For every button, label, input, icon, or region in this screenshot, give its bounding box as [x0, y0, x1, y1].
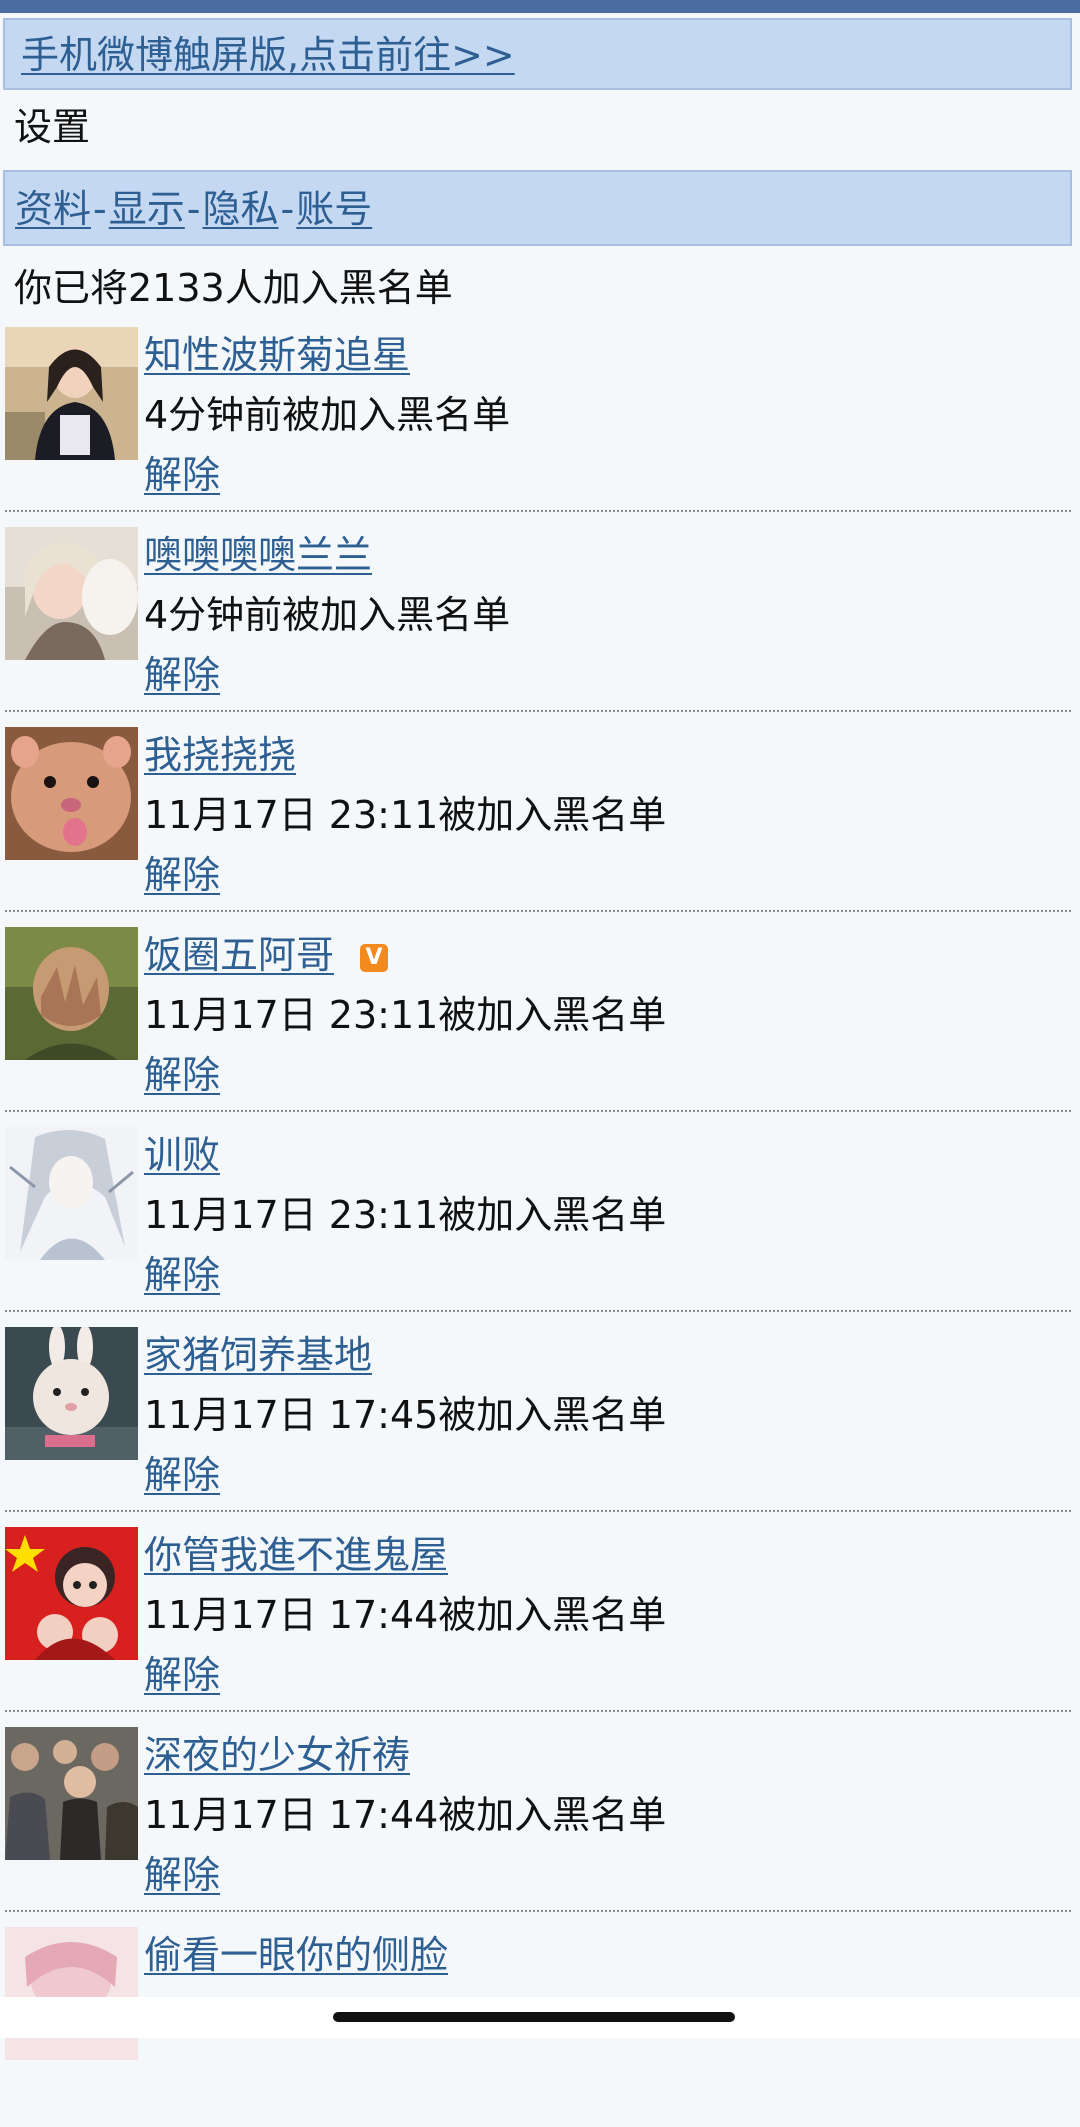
nav-separator: - — [186, 187, 201, 231]
blacklist-entry: 你管我進不進鬼屋 11月17日 17:44被加入黑名单 解除 — [0, 1527, 1080, 1727]
blacklist-entry: 知性波斯菊追星 4分钟前被加入黑名单 解除 — [0, 327, 1080, 527]
divider — [5, 910, 1071, 912]
touch-version-link[interactable]: 手机微博触屏版,点击前往>> — [21, 33, 515, 77]
blacklist-time: 11月17日 17:44被加入黑名单 — [144, 1593, 667, 1637]
divider — [5, 1910, 1071, 1912]
user-avatar[interactable] — [5, 527, 138, 660]
blacklist-entry: 家猪饲养基地 11月17日 17:45被加入黑名单 解除 — [0, 1327, 1080, 1527]
remove-button[interactable]: 解除 — [144, 1451, 220, 1499]
user-avatar[interactable] — [5, 927, 138, 1060]
page-title: 设置 — [14, 105, 91, 149]
blacklist-entry: 饭圈五阿哥 V 11月17日 23:11被加入黑名单 解除 — [0, 927, 1080, 1127]
user-avatar[interactable] — [5, 327, 138, 460]
user-name-link[interactable]: 饭圈五阿哥 — [144, 931, 334, 979]
user-name-link[interactable]: 训败 — [144, 1131, 220, 1179]
remove-button[interactable]: 解除 — [144, 451, 220, 499]
nav-display-link[interactable]: 显示 — [109, 187, 185, 231]
blacklist-time: 11月17日 23:11被加入黑名单 — [144, 793, 667, 837]
user-avatar[interactable] — [5, 1127, 138, 1260]
user-name-link[interactable]: 知性波斯菊追星 — [144, 331, 410, 379]
divider — [5, 1310, 1071, 1312]
divider — [5, 1710, 1071, 1712]
blacklist-count: 你已将2133人加入黑名单 — [14, 266, 453, 310]
user-name-link[interactable]: 噢噢噢噢兰兰 — [144, 531, 372, 579]
nav-account-link[interactable]: 账号 — [296, 187, 372, 231]
user-avatar[interactable] — [5, 1727, 138, 1860]
divider — [5, 1110, 1071, 1112]
divider — [5, 510, 1071, 512]
user-name-link[interactable]: 我挠挠挠 — [144, 731, 296, 779]
settings-nav-bar: 资料-显示-隐私-账号 — [3, 170, 1072, 246]
remove-button[interactable]: 解除 — [144, 1851, 220, 1899]
blacklist-time: 11月17日 17:45被加入黑名单 — [144, 1393, 667, 1437]
blacklist-time: 11月17日 23:11被加入黑名单 — [144, 993, 667, 1037]
blacklist-entry: 训败 11月17日 23:11被加入黑名单 解除 — [0, 1127, 1080, 1327]
home-indicator[interactable] — [333, 2012, 735, 2022]
user-name-link[interactable]: 家猪饲养基地 — [144, 1331, 372, 1379]
user-name-text[interactable]: 饭圈五阿哥 — [144, 933, 334, 977]
remove-button[interactable]: 解除 — [144, 651, 220, 699]
remove-button[interactable]: 解除 — [144, 1051, 220, 1099]
divider — [5, 710, 1071, 712]
verified-v-badge-icon: V — [360, 944, 388, 972]
user-name-link[interactable]: 深夜的少女祈祷 — [144, 1731, 410, 1779]
user-avatar[interactable] — [5, 1327, 138, 1460]
divider — [5, 1510, 1071, 1512]
blacklist-time: 11月17日 23:11被加入黑名单 — [144, 1193, 667, 1237]
remove-button[interactable]: 解除 — [144, 851, 220, 899]
nav-separator: - — [280, 187, 295, 231]
remove-button[interactable]: 解除 — [144, 1651, 220, 1699]
blacklist-time: 4分钟前被加入黑名单 — [144, 393, 511, 437]
touch-version-banner[interactable]: 手机微博触屏版,点击前往>> — [3, 18, 1072, 90]
nav-profile-link[interactable]: 资料 — [15, 187, 91, 231]
blacklist-entry: 噢噢噢噢兰兰 4分钟前被加入黑名单 解除 — [0, 527, 1080, 727]
blacklist-entry: 我挠挠挠 11月17日 23:11被加入黑名单 解除 — [0, 727, 1080, 927]
blacklist-time: 11月17日 17:44被加入黑名单 — [144, 1793, 667, 1837]
user-name-link[interactable]: 你管我進不進鬼屋 — [144, 1531, 448, 1579]
blacklist-entry: 深夜的少女祈祷 11月17日 17:44被加入黑名单 解除 — [0, 1727, 1080, 1927]
nav-privacy-link[interactable]: 隐私 — [202, 187, 278, 231]
user-name-link[interactable]: 偷看一眼你的侧脸 — [144, 1931, 448, 1979]
blacklist-time: 4分钟前被加入黑名单 — [144, 593, 511, 637]
nav-separator: - — [93, 187, 107, 231]
user-avatar[interactable] — [5, 727, 138, 860]
user-avatar[interactable] — [5, 1927, 138, 2060]
remove-button[interactable]: 解除 — [144, 1251, 220, 1299]
user-avatar[interactable] — [5, 1527, 138, 1660]
top-bar — [0, 0, 1080, 13]
